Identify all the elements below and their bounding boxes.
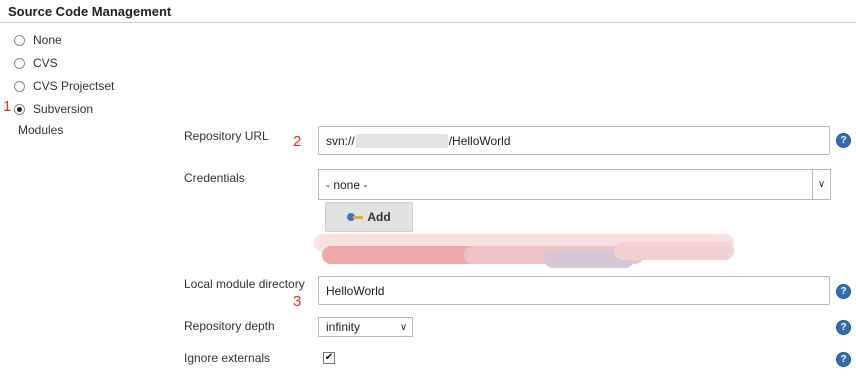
scm-option-label: CVS Projectset xyxy=(33,79,115,93)
help-icon[interactable]: ? xyxy=(836,352,851,367)
repository-url-label: Repository URL xyxy=(184,129,269,143)
local-module-directory-value: HelloWorld xyxy=(326,283,385,298)
redacted-area xyxy=(314,232,742,270)
scm-option-cvs-projectset[interactable]: CVS Projectset xyxy=(14,77,114,95)
repository-url-suffix: /HelloWorld xyxy=(448,133,511,148)
radio-cvs[interactable] xyxy=(14,57,25,69)
section-divider xyxy=(0,22,856,23)
credentials-select[interactable]: - none - ∨ xyxy=(318,169,831,200)
help-icon[interactable]: ? xyxy=(836,284,851,299)
modules-label: Modules xyxy=(18,123,64,137)
scm-option-cvs[interactable]: CVS xyxy=(14,54,58,72)
annotation-marker-1: 1 xyxy=(3,98,12,115)
annotation-marker-2: 2 xyxy=(293,133,302,150)
chevron-down-icon[interactable]: ∨ xyxy=(812,170,830,199)
add-button-label: Add xyxy=(367,210,391,224)
scm-option-none[interactable]: None xyxy=(14,31,62,49)
scm-option-label: Subversion xyxy=(33,102,94,116)
credentials-label: Credentials xyxy=(184,171,245,185)
credentials-selected: - none - xyxy=(326,177,368,192)
radio-none[interactable] xyxy=(14,34,25,46)
repository-depth-selected: infinity xyxy=(326,320,361,334)
repository-url-input[interactable]: svn:// /HelloWorld xyxy=(318,126,830,155)
chevron-down-icon[interactable]: ∨ xyxy=(395,318,412,336)
repository-url-prefix: svn:// xyxy=(326,133,355,148)
scm-option-subversion[interactable]: Subversion xyxy=(14,100,93,118)
help-icon[interactable]: ? xyxy=(836,133,851,148)
repository-depth-select[interactable]: infinity ∨ xyxy=(318,317,413,337)
add-credentials-button[interactable]: Add xyxy=(325,202,413,232)
scm-option-label: CVS xyxy=(33,56,58,70)
ignore-externals-label: Ignore externals xyxy=(184,351,271,365)
local-module-directory-label: Local module directory xyxy=(184,277,305,291)
help-icon[interactable]: ? xyxy=(836,320,851,335)
radio-subversion[interactable] xyxy=(14,103,25,115)
local-module-directory-input[interactable]: HelloWorld xyxy=(318,276,830,305)
section-title: Source Code Management xyxy=(8,4,172,19)
scm-option-label: None xyxy=(33,33,62,47)
ignore-externals-checkbox[interactable]: ✔ xyxy=(323,352,335,364)
redacted-host xyxy=(355,133,448,148)
annotation-marker-3: 3 xyxy=(293,293,302,310)
radio-cvs-projectset[interactable] xyxy=(14,80,25,92)
key-icon xyxy=(347,212,364,222)
repository-depth-label: Repository depth xyxy=(184,319,275,333)
